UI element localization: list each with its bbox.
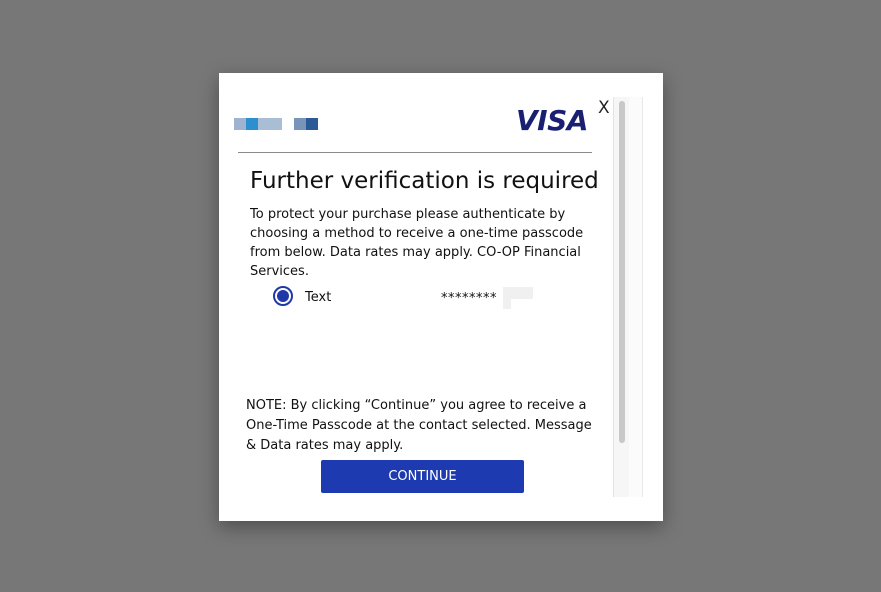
vertical-scrollbar[interactable]	[613, 97, 630, 497]
close-button[interactable]: X	[598, 98, 610, 118]
method-radio-button[interactable]	[273, 286, 293, 306]
issuer-bank-logo	[234, 118, 318, 130]
dialog-title: Further verification is required	[250, 168, 599, 194]
header-divider	[238, 152, 592, 153]
redacted-digits	[503, 285, 533, 309]
visa-logo: VISA	[516, 104, 588, 137]
otp-method-option[interactable]: Text ********	[273, 285, 573, 311]
scroll-gutter	[629, 97, 643, 497]
method-label[interactable]: Text	[305, 289, 331, 306]
radio-selected-dot	[277, 290, 289, 302]
scrollbar-thumb[interactable]	[619, 101, 625, 443]
masked-phone-number: ********	[441, 291, 497, 306]
dialog-description: To protect your purchase please authenti…	[250, 207, 584, 279]
consent-note: NOTE: By clicking “Continue” you agree t…	[246, 398, 592, 453]
continue-button[interactable]: CONTINUE	[321, 460, 524, 493]
